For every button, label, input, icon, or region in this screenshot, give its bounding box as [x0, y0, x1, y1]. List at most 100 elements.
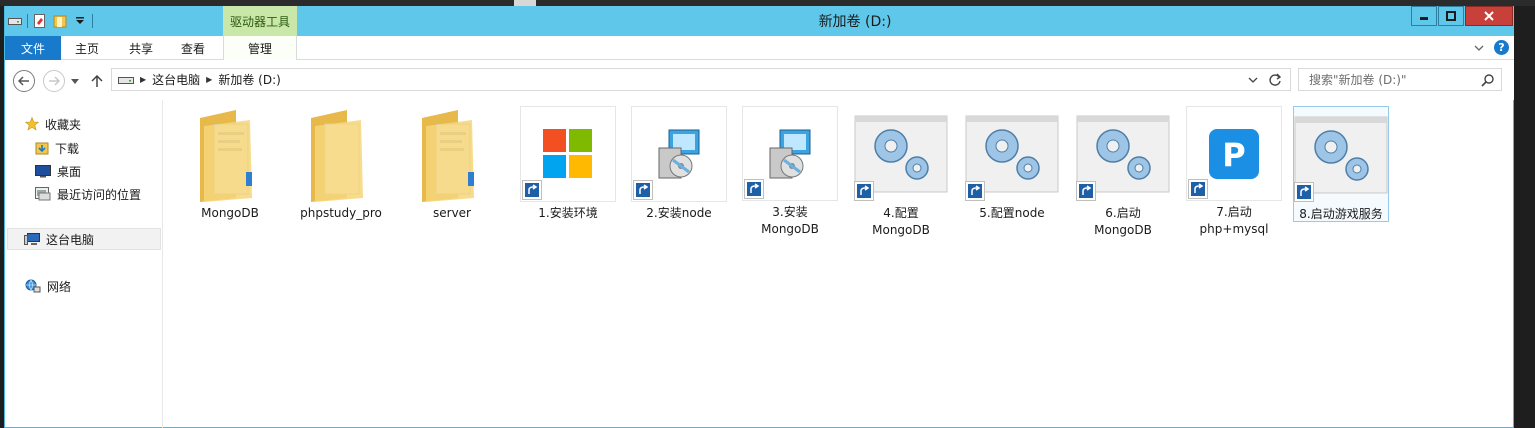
folder-item-mongodb[interactable]: MongoDB: [182, 106, 278, 238]
shortcut-item-config-node[interactable]: 5.配置node: [964, 106, 1060, 238]
nav-downloads-label: 下载: [55, 141, 80, 156]
tab-file[interactable]: 文件: [5, 36, 61, 60]
properties-icon[interactable]: [32, 13, 48, 29]
windows-logo-icon: [520, 106, 616, 202]
forward-button[interactable]: [43, 70, 65, 92]
tab-manage[interactable]: 管理: [223, 36, 297, 60]
expand-ribbon-icon[interactable]: [1474, 44, 1484, 52]
ribbon-controls: ?: [1474, 40, 1509, 55]
window-controls: [1411, 6, 1513, 26]
item-label: 6.启动 MongoDB: [1094, 206, 1152, 237]
navigation-pane: 收藏夹 下载 桌面 最近访问的位置 这台电脑 网络: [5, 100, 163, 428]
shortcut-arrow-icon: [633, 180, 653, 200]
nav-favorites-label: 收藏夹: [45, 117, 82, 132]
customize-toolbar-icon[interactable]: [72, 13, 88, 29]
installer-icon: [742, 106, 838, 201]
folder-icon: [182, 106, 278, 202]
nav-this-pc-label: 这台电脑: [46, 232, 95, 247]
downloads-folder-icon: [35, 142, 49, 155]
shortcut-arrow-icon: [1294, 182, 1314, 202]
breadcrumb-separator[interactable]: ▶: [206, 75, 212, 84]
address-box[interactable]: ▶ 这台电脑 ▶ 新加卷 (D:): [111, 68, 1291, 91]
title-bar[interactable]: 驱动器工具 新加卷 (D:): [5, 6, 1515, 36]
item-label: 8.启动游戏服务: [1299, 207, 1383, 221]
item-label: server: [433, 206, 471, 220]
explorer-window: 驱动器工具 新加卷 (D:) 文件 主页 共享 查看 管理 ? ▶ 这台电脑 ▶…: [4, 6, 1515, 428]
shortcut-item-start-php-mysql[interactable]: P 7.启动 php+mysql: [1186, 106, 1282, 238]
nav-network[interactable]: 网络: [25, 275, 71, 297]
nav-favorites[interactable]: 收藏夹: [25, 113, 81, 135]
shortcut-item-start-game-server[interactable]: 8.启动游戏服务: [1293, 106, 1389, 222]
chevron-down-icon[interactable]: [1248, 73, 1258, 87]
shortcut-arrow-icon: [522, 180, 542, 200]
up-arrow-icon[interactable]: [91, 75, 103, 88]
item-label: 7.启动 php+mysql: [1199, 205, 1269, 236]
close-button[interactable]: [1465, 6, 1513, 26]
maximize-button[interactable]: [1438, 6, 1464, 26]
shortcut-arrow-icon: [1188, 179, 1208, 199]
search-box[interactable]: 搜索"新加卷 (D:)": [1298, 68, 1502, 91]
gears-icon: [1293, 107, 1389, 203]
address-bar-row: ▶ 这台电脑 ▶ 新加卷 (D:) 搜索"新加卷 (D:)": [5, 60, 1515, 100]
quick-access-toolbar: [7, 12, 93, 30]
nav-desktop[interactable]: 桌面: [35, 160, 81, 182]
shortcut-item-install-node[interactable]: 2.安装node: [631, 106, 727, 238]
shortcut-arrow-icon: [854, 181, 874, 201]
installer-icon: [631, 106, 727, 202]
gears-icon: [1075, 106, 1171, 202]
breadcrumb-drive-d[interactable]: 新加卷 (D:): [218, 71, 280, 88]
shortcut-arrow-icon: [744, 179, 764, 199]
folder-icon: [404, 106, 500, 202]
item-label: 3.安装 MongoDB: [761, 205, 819, 236]
search-placeholder: 搜索"新加卷 (D:)": [1309, 73, 1407, 87]
toolbar-separator: [92, 14, 93, 28]
drive-icon[interactable]: [7, 13, 23, 29]
item-label: 4.配置 MongoDB: [872, 206, 930, 237]
nav-this-pc[interactable]: 这台电脑: [7, 228, 161, 250]
item-label: 1.安装环境: [538, 206, 598, 220]
back-button[interactable]: [13, 70, 35, 92]
nav-downloads[interactable]: 下载: [35, 137, 79, 159]
help-icon[interactable]: ?: [1494, 40, 1509, 55]
shortcut-item-install-mongodb[interactable]: 3.安装 MongoDB: [742, 106, 838, 238]
breadcrumb-separator[interactable]: ▶: [140, 75, 146, 84]
maximize-icon: [1446, 11, 1456, 21]
minimize-icon: [1420, 17, 1428, 20]
refresh-icon[interactable]: [1268, 73, 1282, 87]
ribbon-tabs: 文件 主页 共享 查看 管理 ?: [5, 36, 1515, 60]
shortcut-arrow-icon: [965, 181, 985, 201]
tab-home[interactable]: 主页: [61, 36, 113, 60]
new-folder-icon[interactable]: [52, 13, 68, 29]
shortcut-item-install-env[interactable]: 1.安装环境: [520, 106, 616, 238]
star-icon: [25, 117, 39, 131]
item-label: MongoDB: [201, 206, 259, 220]
nav-network-label: 网络: [47, 279, 72, 294]
nav-recent-places-label: 最近访问的位置: [57, 187, 142, 202]
folder-icon: [293, 106, 389, 202]
minimize-button[interactable]: [1411, 6, 1437, 26]
shortcut-item-config-mongodb[interactable]: 4.配置 MongoDB: [853, 106, 949, 238]
item-label: phpstudy_pro: [300, 206, 382, 220]
gears-icon: [964, 106, 1060, 202]
nav-desktop-label: 桌面: [57, 164, 82, 179]
folder-item-server[interactable]: server: [404, 106, 500, 238]
forward-arrow-icon: [49, 76, 60, 86]
desktop-icon: [35, 165, 51, 178]
back-arrow-icon: [18, 76, 29, 86]
shortcut-item-start-mongodb[interactable]: 6.启动 MongoDB: [1075, 106, 1171, 238]
network-icon: [25, 279, 41, 293]
breadcrumb-this-pc[interactable]: 这台电脑: [152, 71, 200, 88]
phpstudy-icon: P: [1186, 106, 1282, 201]
folder-item-phpstudy-pro[interactable]: phpstudy_pro: [293, 106, 389, 238]
address-actions: [1248, 73, 1282, 87]
drive-tools-tab-group: 驱动器工具: [223, 6, 297, 36]
tab-share[interactable]: 共享: [115, 36, 167, 60]
svg-text:P: P: [1222, 136, 1245, 174]
recent-locations-icon[interactable]: [71, 79, 79, 85]
recent-places-icon: [35, 187, 51, 201]
window-title: 新加卷 (D:): [818, 14, 892, 30]
tab-view[interactable]: 查看: [167, 36, 219, 60]
drive-icon: [118, 76, 134, 84]
search-icon[interactable]: [1481, 73, 1495, 87]
nav-recent-places[interactable]: 最近访问的位置: [35, 183, 141, 205]
